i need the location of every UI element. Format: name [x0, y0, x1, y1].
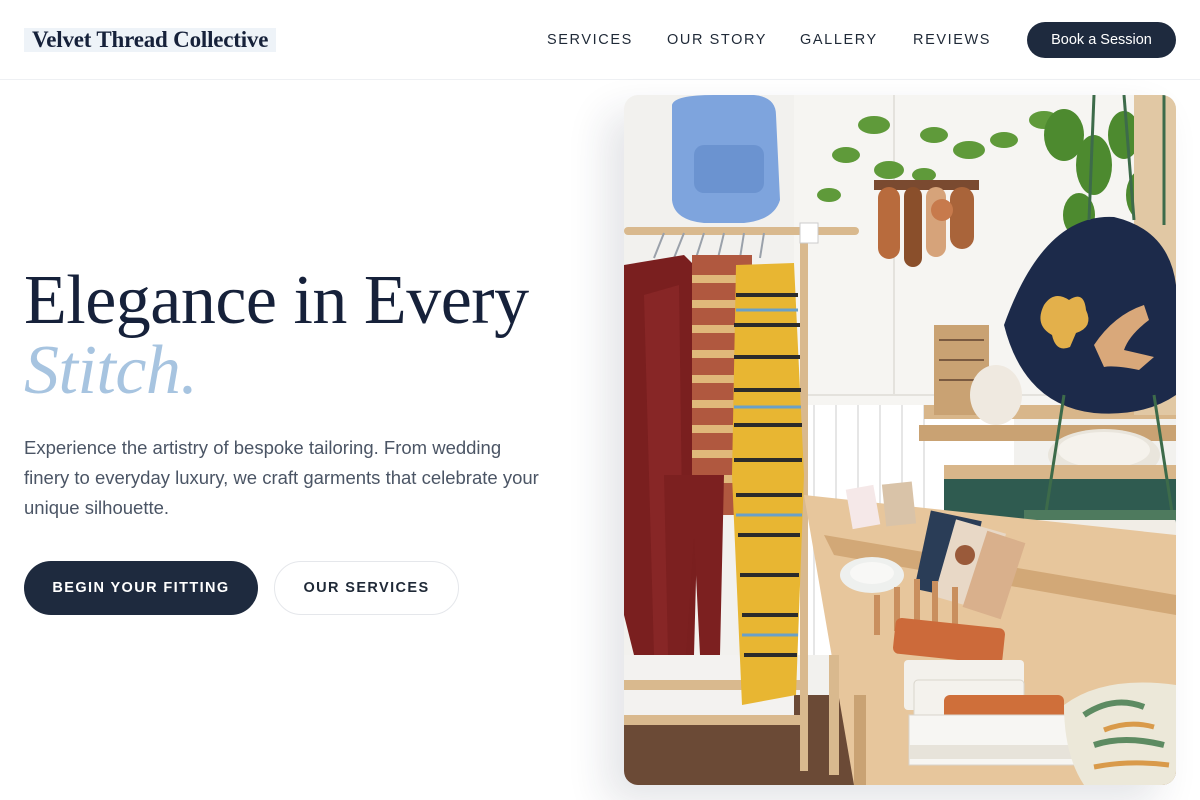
nav-link-gallery[interactable]: GALLERY	[800, 30, 878, 50]
hero-description: Experience the artistry of bespoke tailo…	[24, 437, 539, 518]
hero-image	[624, 95, 1176, 785]
nav-link-reviews[interactable]: REVIEWS	[913, 30, 991, 50]
book-session-button[interactable]: Book a Session	[1027, 22, 1176, 58]
site-header: Velvet Thread Collective SERVICES OUR ST…	[0, 0, 1200, 80]
boutique-interior-illustration	[624, 95, 1176, 785]
hero-headline-accent: Stitch.	[24, 332, 198, 409]
nav-link-our-story[interactable]: OUR STORY	[667, 30, 767, 50]
hero-headline-main: Elegance in Every	[24, 262, 529, 339]
our-services-button[interactable]: OUR SERVICES	[274, 561, 459, 615]
hero-headline: Elegance in Every Stitch.	[24, 266, 529, 406]
begin-fitting-button[interactable]: BEGIN YOUR FITTING	[24, 561, 258, 615]
nav-link-services[interactable]: SERVICES	[547, 30, 633, 50]
brand-logo[interactable]: Velvet Thread Collective	[24, 28, 277, 52]
